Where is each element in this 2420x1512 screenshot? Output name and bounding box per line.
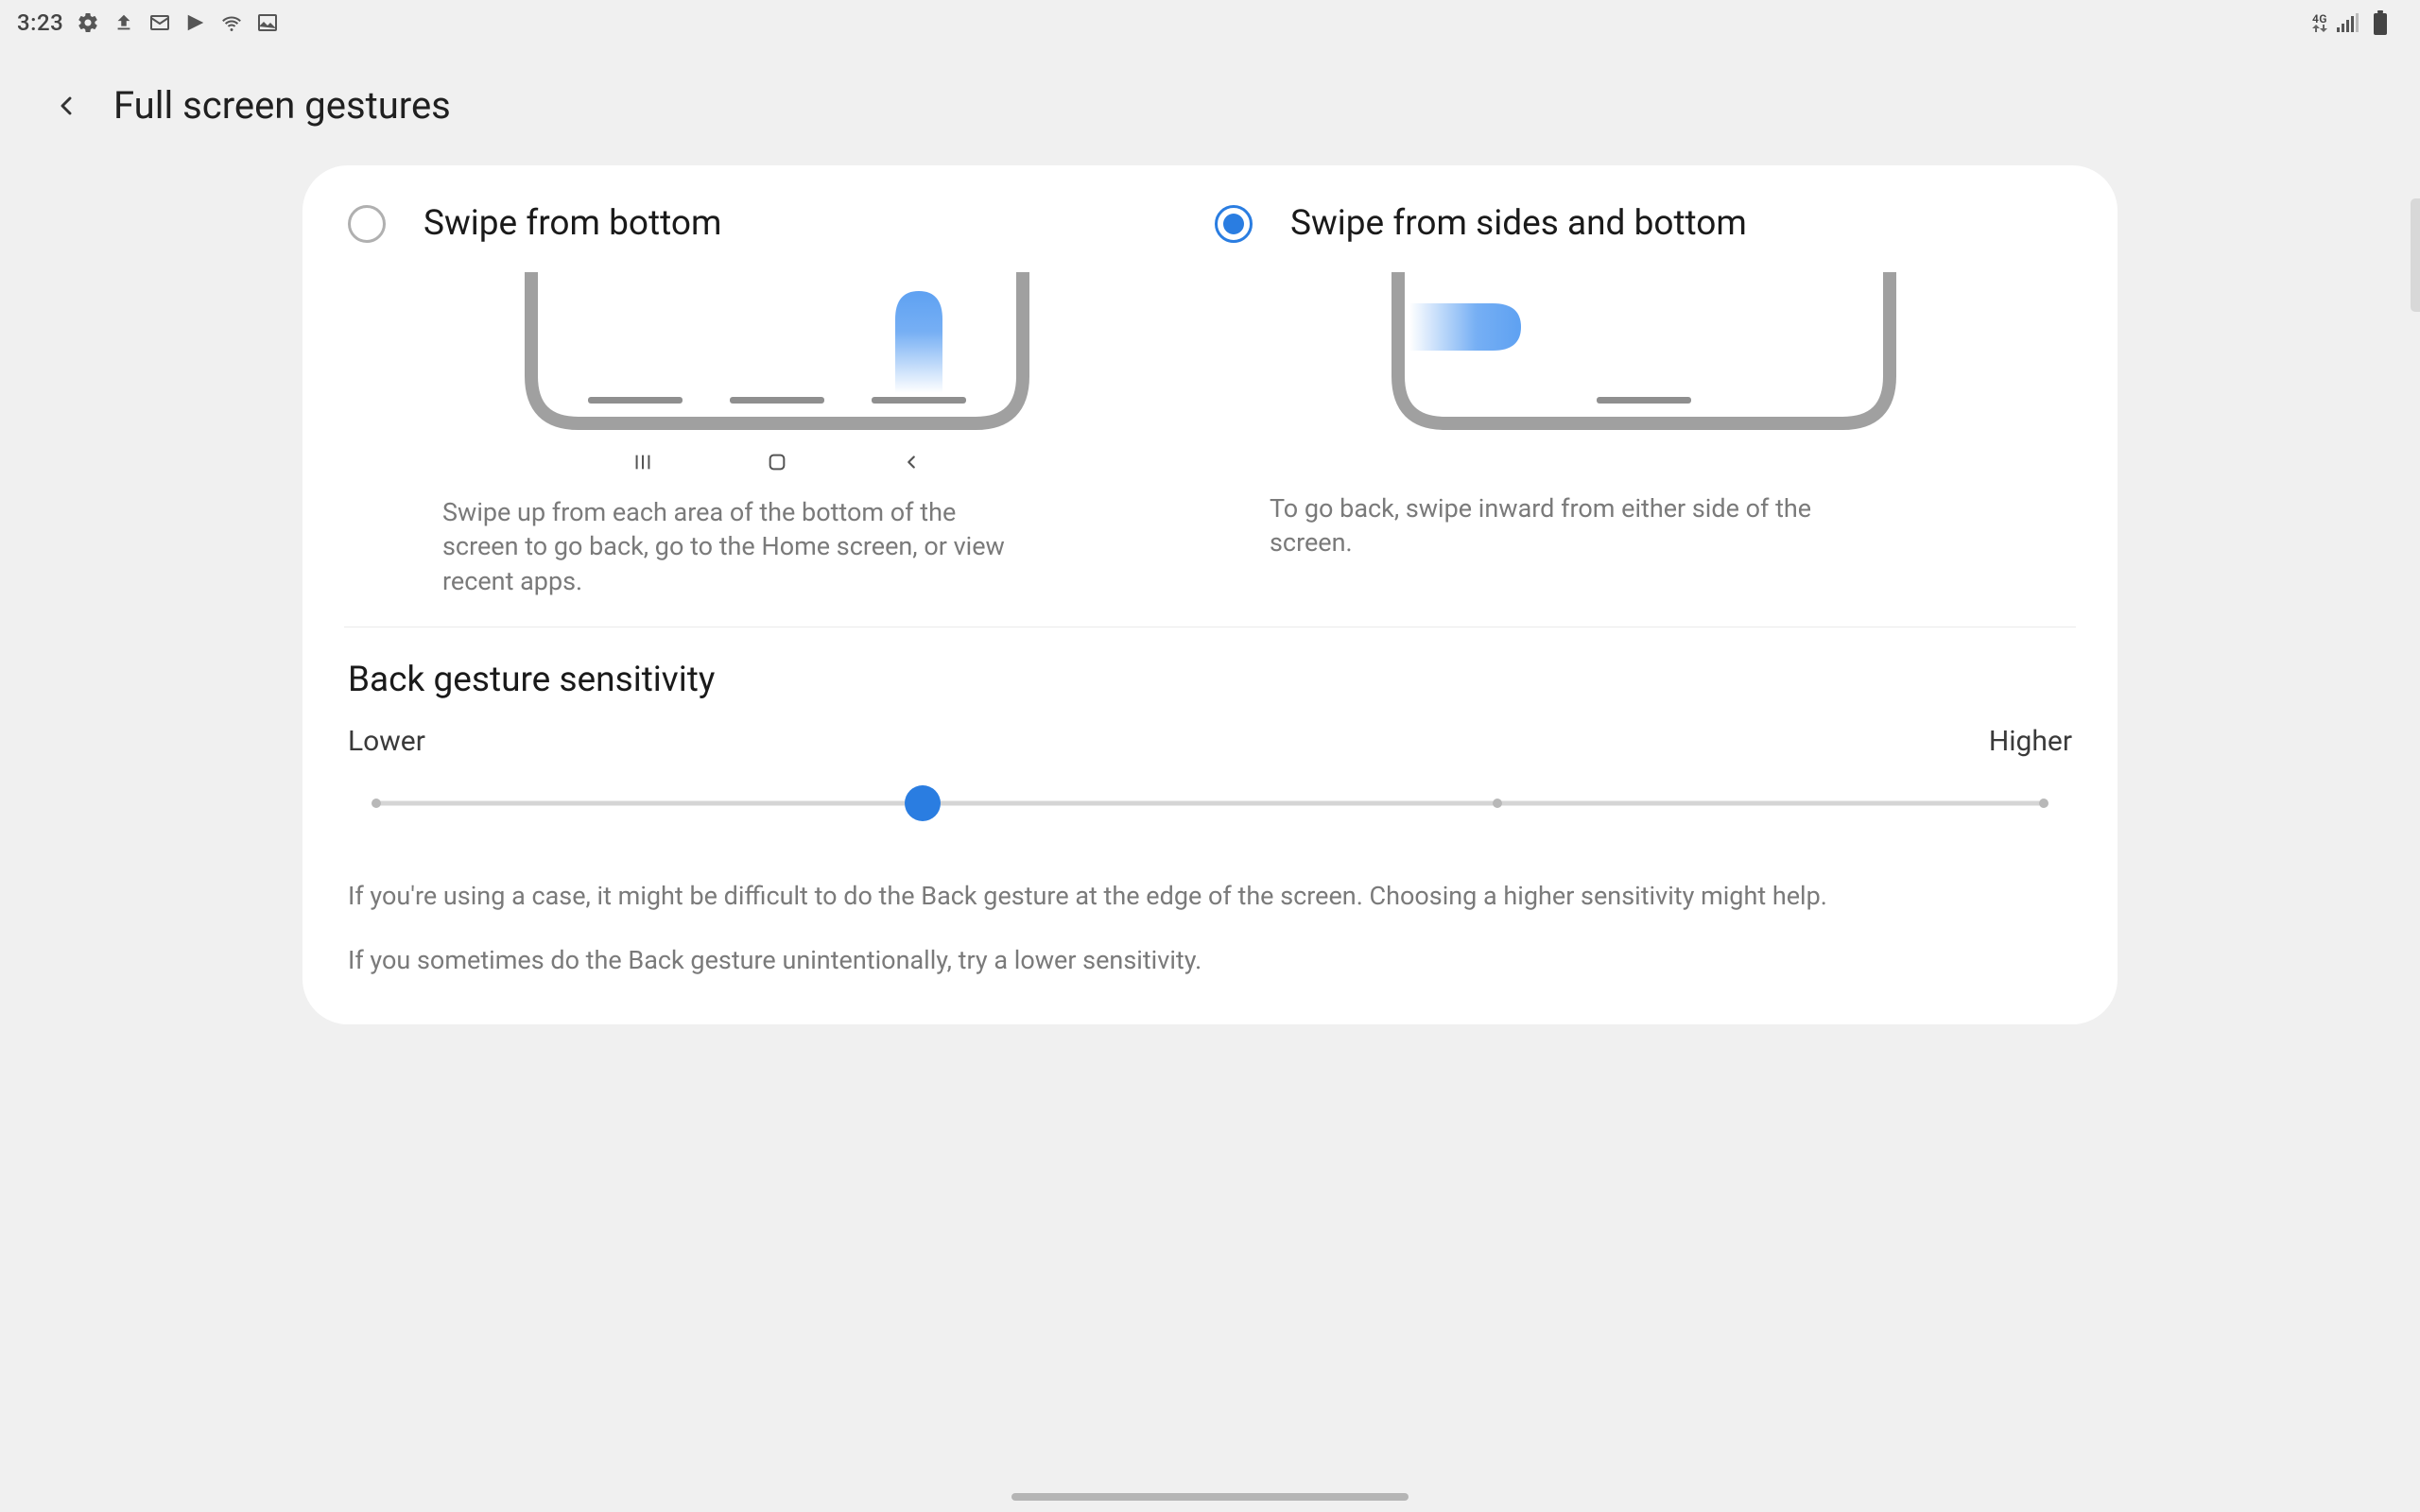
picture-icon xyxy=(256,11,279,34)
radio-swipe-from-sides[interactable] xyxy=(1215,205,1253,243)
nav-hint-icons xyxy=(348,452,1205,478)
settings-card: Swipe from bottom xyxy=(302,165,2118,1024)
diagram-swipe-bottom xyxy=(348,272,1205,433)
sensitivity-help-1: If you're using a case, it might be diff… xyxy=(348,879,2072,915)
page-title: Full screen gestures xyxy=(113,83,451,128)
back-nav-icon xyxy=(901,452,922,478)
diagram-swipe-sides xyxy=(1215,272,2072,433)
settings-icon xyxy=(77,11,99,34)
slider-higher-label: Higher xyxy=(1989,725,2072,758)
slider-lower-label: Lower xyxy=(348,725,425,758)
status-clock: 3:23 xyxy=(17,9,63,36)
sensitivity-slider[interactable] xyxy=(348,784,2072,822)
mail-icon xyxy=(148,11,171,34)
play-store-icon xyxy=(184,11,207,34)
slider-tick-0[interactable] xyxy=(372,799,381,808)
wifi-icon xyxy=(220,11,243,34)
back-button[interactable] xyxy=(47,87,85,125)
scroll-hint xyxy=(2411,198,2420,312)
battery-icon xyxy=(2369,11,2392,34)
option-description: Swipe up from each area of the bottom of… xyxy=(348,495,1010,598)
upload-icon xyxy=(112,11,135,34)
home-indicator[interactable] xyxy=(1011,1493,1409,1501)
signal-icon xyxy=(2337,11,2360,34)
slider-thumb[interactable] xyxy=(905,785,941,821)
sensitivity-help-2: If you sometimes do the Back gesture uni… xyxy=(348,943,2072,979)
slider-tick-3[interactable] xyxy=(2039,799,2048,808)
status-bar: 3:23 4G xyxy=(0,0,2420,45)
option-label: Swipe from bottom xyxy=(424,203,721,244)
lte-icon: 4G xyxy=(2312,13,2327,32)
option-swipe-from-sides[interactable]: Swipe from sides and bottom xyxy=(1215,203,2072,598)
app-bar: Full screen gestures xyxy=(0,45,2420,165)
home-icon xyxy=(767,452,787,478)
option-label: Swipe from sides and bottom xyxy=(1290,203,1747,244)
slider-tick-2[interactable] xyxy=(1493,799,1502,808)
recents-icon xyxy=(632,452,653,478)
sensitivity-title: Back gesture sensitivity xyxy=(348,660,2072,700)
option-description: To go back, swipe inward from either sid… xyxy=(1215,491,1876,560)
radio-swipe-from-bottom[interactable] xyxy=(348,205,386,243)
option-swipe-from-bottom[interactable]: Swipe from bottom xyxy=(348,203,1205,598)
